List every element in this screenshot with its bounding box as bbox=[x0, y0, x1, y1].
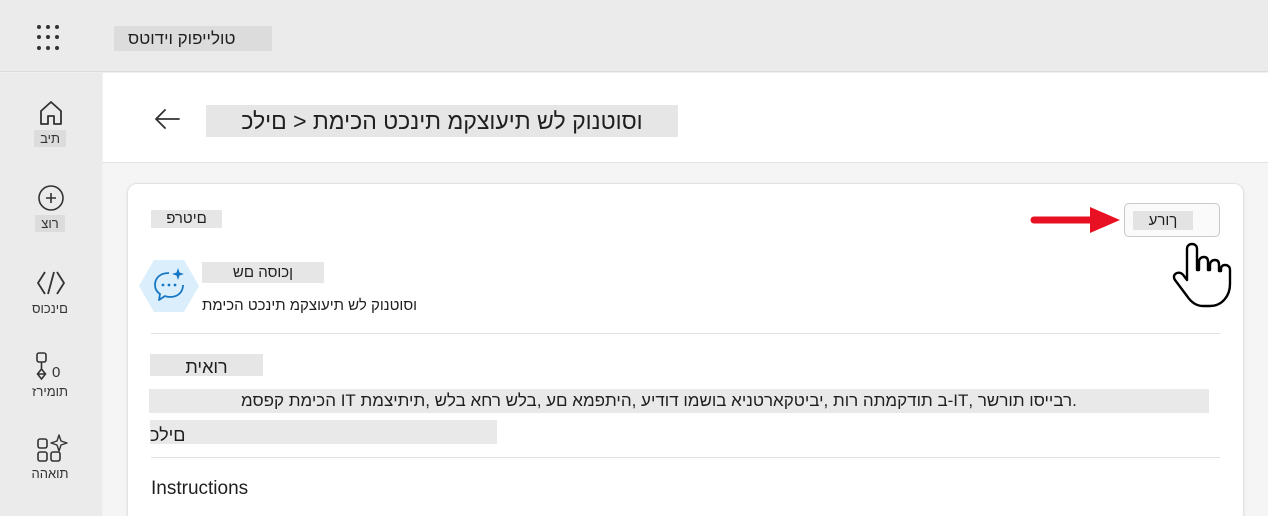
left-nav-rail: תיב רוצ םינכוס 0 תומירז תואהה bbox=[0, 73, 102, 516]
description-title: רואית bbox=[150, 354, 263, 377]
nav-item-tools-label: תואהה bbox=[31, 466, 69, 481]
description-text: .רבייסו תורשר ,IT-ב תודקמתה רות ,יביטקאר… bbox=[149, 389, 1209, 413]
nav-item-tools[interactable]: תואהה bbox=[0, 418, 102, 488]
nav-item-flows[interactable]: 0 תומירז bbox=[0, 336, 102, 406]
home-icon bbox=[40, 101, 62, 125]
nav-item-flows-label: תומירז bbox=[31, 384, 69, 399]
nav-item-home[interactable]: תיב bbox=[0, 83, 102, 153]
back-arrow-icon bbox=[155, 109, 180, 129]
app-launcher-icon[interactable] bbox=[37, 25, 63, 51]
nav-item-agents[interactable]: םינכוס bbox=[0, 253, 102, 323]
flow-icon: 0 bbox=[36, 352, 60, 381]
back-button[interactable] bbox=[151, 103, 183, 135]
code-brackets-icon bbox=[37, 271, 65, 295]
app-title: טולייפוק וידוטס bbox=[114, 26, 272, 51]
edit-button-label: ךורע bbox=[1133, 211, 1193, 230]
agent-chat-icon bbox=[139, 260, 199, 312]
main-content: וסוטנוק לש תיעוצקמ תינכט הכימת < םילכ םי… bbox=[103, 73, 1268, 516]
page-title: וסוטנוק לש תיעוצקמ תינכט הכימת < םילכ bbox=[206, 105, 678, 137]
annotation-arrow-icon bbox=[1030, 207, 1120, 233]
divider bbox=[151, 333, 1220, 334]
agent-name-value: וסוטנוק לש תיעוצקמ תינכט הכימת bbox=[202, 297, 418, 314]
hand-pointer-cursor-icon bbox=[1172, 242, 1232, 308]
divider bbox=[151, 457, 1220, 458]
page-header: וסוטנוק לש תיעוצקמ תינכט הכימת < םילכ bbox=[103, 73, 1268, 163]
nav-item-create[interactable]: רוצ bbox=[0, 168, 102, 238]
agent-name-label: ןכוסה םש bbox=[202, 262, 324, 283]
description-text-continued: םילכ bbox=[150, 420, 497, 445]
edit-button[interactable]: ךורע bbox=[1124, 203, 1220, 237]
top-bar: טולייפוק וידוטס bbox=[0, 0, 1268, 72]
nav-item-agents-label: םינכוס bbox=[32, 301, 68, 316]
plus-circle-icon bbox=[38, 185, 64, 211]
nav-item-create-label: רוצ bbox=[35, 215, 65, 232]
apps-sparkle-icon bbox=[37, 434, 68, 462]
details-section-title: םיטרפ bbox=[151, 210, 222, 228]
nav-item-home-label: תיב bbox=[34, 130, 66, 147]
instructions-title: Instructions bbox=[151, 478, 249, 499]
svg-text:0: 0 bbox=[52, 364, 60, 381]
